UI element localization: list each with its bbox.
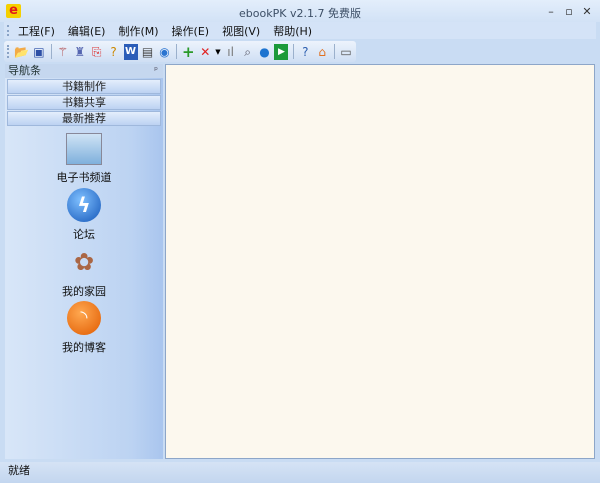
delete-icon[interactable]: ✕ bbox=[198, 44, 212, 60]
menu-edit[interactable]: 编辑(E) bbox=[68, 23, 106, 39]
window-title: ebookPK v2.1.7 免费版 bbox=[239, 7, 361, 20]
chat-icon[interactable]: ● bbox=[258, 44, 272, 60]
navigation-panel: 导航条 ᵖ 书籍制作 书籍共享 最新推荐 电子书频道 ϟ 论坛 ✿ 我的家园 ◝ … bbox=[5, 64, 163, 459]
home-plant-icon: ✿ bbox=[73, 248, 95, 276]
nav-item-label: 我的博客 bbox=[62, 341, 106, 354]
open-folder-icon[interactable]: 📂 bbox=[14, 44, 29, 60]
nav-header: 导航条 ᵖ bbox=[5, 64, 163, 78]
word-icon[interactable]: W bbox=[123, 43, 138, 60]
help-doc-icon[interactable]: ? bbox=[107, 44, 121, 60]
search-icon[interactable]: ⌕ bbox=[241, 44, 255, 60]
dropdown-arrow-icon[interactable]: ▼ bbox=[215, 44, 220, 60]
separator bbox=[50, 44, 52, 59]
play-icon[interactable]: ▶ bbox=[274, 43, 289, 60]
nav-item-label: 我的家园 bbox=[62, 285, 106, 298]
title-bar: e ebookPK v2.1.7 免费版 – ▫ ✕ bbox=[0, 0, 600, 22]
chart-icon[interactable]: ıl bbox=[224, 44, 238, 60]
card-icon[interactable]: ▭ bbox=[339, 44, 353, 60]
status-text: 就绪 bbox=[8, 464, 30, 477]
maximize-button[interactable]: ▫ bbox=[562, 6, 576, 18]
menu-bar: 工程(F) 编辑(E) 制作(M) 操作(E) 视图(V) 帮助(H) bbox=[4, 22, 596, 39]
nav-item-label: 论坛 bbox=[73, 228, 95, 241]
wand-icon[interactable]: ⚚ bbox=[56, 44, 70, 60]
close-button[interactable]: ✕ bbox=[580, 6, 594, 18]
nav-button-book-sharing[interactable]: 书籍共享 bbox=[7, 95, 161, 110]
nav-title: 导航条 bbox=[8, 64, 41, 77]
help-icon[interactable]: ? bbox=[298, 44, 312, 60]
nav-item-my-home[interactable]: ✿ 我的家园 bbox=[5, 245, 163, 299]
nav-item-forum[interactable]: ϟ 论坛 bbox=[5, 188, 163, 242]
toolbar-grip[interactable] bbox=[7, 45, 9, 58]
minimize-button[interactable]: – bbox=[544, 6, 558, 18]
nav-button-recommended[interactable]: 最新推荐 bbox=[7, 111, 161, 126]
nav-button-book-making[interactable]: 书籍制作 bbox=[7, 79, 161, 94]
ebook-channel-icon bbox=[66, 133, 102, 165]
menu-grip[interactable] bbox=[7, 25, 9, 36]
pdf-icon[interactable]: ⎘ bbox=[90, 44, 104, 60]
menu-make[interactable]: 制作(M) bbox=[118, 23, 158, 39]
separator bbox=[334, 44, 336, 59]
nav-item-label: 电子书频道 bbox=[56, 171, 112, 184]
menu-project[interactable]: 工程(F) bbox=[18, 23, 55, 39]
menu-operate[interactable]: 操作(E) bbox=[172, 23, 210, 39]
refresh-icon[interactable]: ◉ bbox=[158, 44, 172, 60]
pin-icon[interactable]: ᵖ bbox=[154, 64, 158, 78]
save-icon[interactable]: ▣ bbox=[32, 44, 46, 60]
status-bar: 就绪 bbox=[0, 462, 600, 483]
stamp-icon[interactable]: ♜ bbox=[73, 44, 87, 60]
nav-item-my-blog[interactable]: ◝ 我的博客 bbox=[5, 301, 163, 355]
main-content-area bbox=[165, 64, 595, 459]
separator bbox=[293, 44, 295, 59]
menu-view[interactable]: 视图(V) bbox=[222, 23, 260, 39]
menu-help[interactable]: 帮助(H) bbox=[273, 23, 312, 39]
rss-blog-icon: ◝ bbox=[67, 301, 101, 335]
toolbar: 📂 ▣ ⚚ ♜ ⎘ ? W ▤ ◉ + ✕ ▼ ıl ⌕ ● ▶ ? ⌂ ▭ bbox=[4, 41, 356, 62]
separator bbox=[176, 44, 178, 59]
nav-item-ebook-channel[interactable]: 电子书频道 bbox=[5, 133, 163, 185]
home-icon[interactable]: ⌂ bbox=[315, 44, 329, 60]
document-icon[interactable]: ▤ bbox=[141, 44, 155, 60]
forum-icon: ϟ bbox=[67, 188, 101, 222]
add-icon[interactable]: + bbox=[181, 44, 195, 60]
